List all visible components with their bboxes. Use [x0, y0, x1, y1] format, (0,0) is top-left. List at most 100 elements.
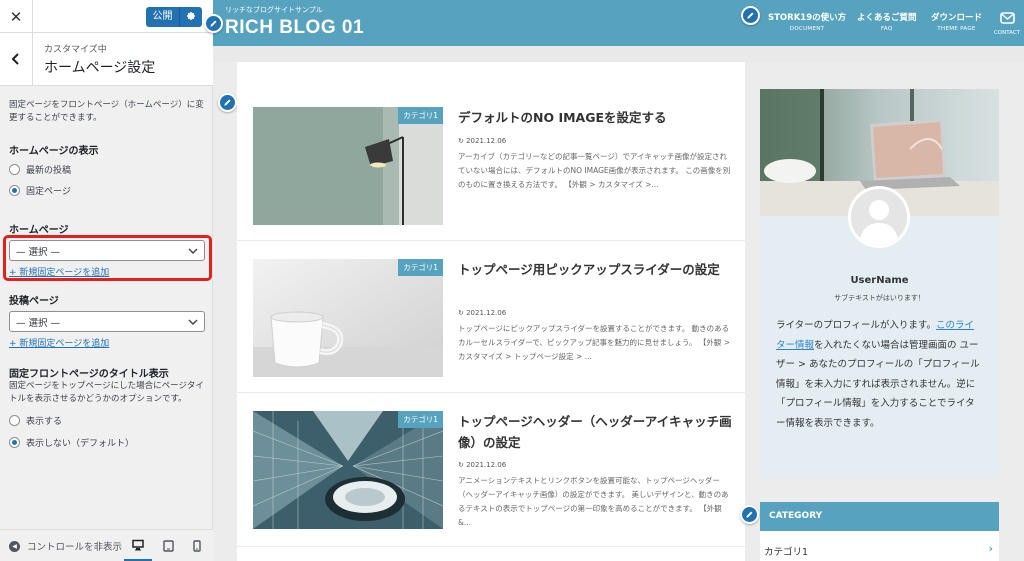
nav-item-document[interactable]: STORK19の使い方 DOCUMENT	[768, 11, 846, 32]
profile-text-part: を入れたくない場合は管理画面の ユーザー > あなたのプロフィールの「プロフィー…	[776, 339, 980, 429]
customizer-footer: ◀ コントロールを非表示	[0, 529, 213, 561]
profile-name: UserName	[850, 275, 909, 286]
nav-item-download[interactable]: ダウンロード THEME PAGE	[931, 11, 982, 32]
publish-button[interactable]: 公開	[146, 7, 202, 27]
header-band	[213, 46, 1024, 62]
post-item[interactable]: カテゴリ1 トップページヘッダー（ヘッダーアイキャッチ画像）の設定 ↻ 2021…	[253, 411, 732, 551]
desktop-icon	[132, 539, 144, 550]
mail-icon	[999, 12, 1015, 24]
customizer-header: ✕ 公開	[0, 0, 213, 33]
contact-label: CONTACT	[993, 30, 1021, 36]
radio-show-title[interactable]: 表示する	[9, 414, 62, 427]
update-icon: ↻	[458, 309, 467, 317]
post-list: カテゴリ1 デフォルトのNO IMAGEを設定する ↻ 2021.12.06 ア…	[237, 62, 745, 561]
pencil-icon	[746, 511, 753, 518]
radio-latest-posts-control[interactable]	[9, 164, 20, 175]
profile-text: ライターのプロフィールが入ります。このライター情報を入れたくない場合は管理画面の…	[776, 316, 982, 433]
front-title-label: 固定フロントページのタイトル表示	[9, 369, 169, 380]
category-badge[interactable]: カテゴリ1	[398, 259, 443, 276]
nav-item-download-label: ダウンロード	[931, 13, 983, 23]
device-mobile-button[interactable]	[183, 530, 211, 561]
pencil-icon	[747, 12, 754, 19]
post-date: ↻ 2021.12.06	[458, 461, 506, 469]
edit-site-title-shortcut[interactable]	[204, 14, 223, 33]
section-title: ホームページ設定	[44, 60, 156, 76]
homepage-label: ホームページ	[9, 225, 69, 236]
edit-widget-shortcut[interactable]	[740, 505, 759, 524]
radio-hide-title-control[interactable]	[9, 437, 20, 448]
radio-show-title-label: 表示する	[26, 417, 63, 427]
post-date: ↻ 2021.12.06	[458, 137, 506, 145]
edit-posts-shortcut[interactable]	[218, 93, 237, 112]
radio-latest-posts[interactable]: 最新の投稿	[9, 163, 71, 176]
close-customizer-button[interactable]: ✕	[0, 0, 33, 33]
site-title[interactable]: RICH BLOG 01	[225, 17, 364, 39]
back-button[interactable]	[0, 33, 33, 85]
post-thumbnail-cup[interactable]: カテゴリ1	[253, 259, 443, 377]
post-date-value: 2021.12.06	[466, 137, 507, 145]
mobile-icon	[193, 540, 201, 552]
posts-page-select[interactable]: — 選択 —	[9, 311, 205, 332]
pencil-icon	[224, 99, 231, 106]
profile-widget: UserName サブテキストがはいります！ ライターのプロフィールが入ります。…	[760, 89, 999, 478]
post-title[interactable]: トップページ用ピックアップスライダーの設定	[458, 259, 733, 280]
post-date: ↻ 2021.12.06	[458, 309, 506, 317]
category-badge[interactable]: カテゴリ1	[398, 107, 443, 124]
post-item[interactable]: カテゴリ1 デフォルトのNO IMAGEを設定する ↻ 2021.12.06 ア…	[253, 107, 730, 247]
collapse-icon: ◀	[9, 540, 20, 552]
nav-item-download-sub: THEME PAGE	[937, 26, 976, 32]
device-desktop-button[interactable]	[124, 530, 152, 561]
radio-static-page[interactable]: 固定ページ	[9, 184, 71, 197]
nav-item-contact[interactable]: CONTACT	[990, 9, 1024, 36]
divider	[237, 546, 745, 547]
post-excerpt: トップページにピックアップスライダーを設置することができます。 動きのあるカルー…	[458, 324, 731, 361]
profile-text-part: ライターのプロフィールが入ります。	[776, 320, 936, 331]
device-tablet-button[interactable]	[154, 530, 182, 561]
radio-show-title-control[interactable]	[9, 415, 20, 426]
post-date-value: 2021.12.06	[466, 461, 507, 469]
add-posts-page-link[interactable]: + 新規固定ページを追加	[9, 336, 109, 349]
nav-item-document-label: STORK19の使い方	[768, 13, 847, 23]
nav-item-document-sub: DOCUMENT	[789, 26, 825, 32]
nav-item-faq[interactable]: よくあるご質問 FAQ	[857, 11, 917, 32]
nav-item-faq-sub: FAQ	[880, 26, 893, 32]
radio-static-page-label: 固定ページ	[26, 187, 71, 197]
radio-hide-title[interactable]: 表示しない（デフォルト）	[9, 436, 134, 449]
radio-static-page-control[interactable]	[9, 185, 20, 196]
section-description: 固定ページをフロントページ（ホームページ）に変更することができます。	[9, 100, 204, 123]
nav-item-faq-label: よくあるご質問	[857, 13, 917, 23]
divider	[237, 240, 745, 241]
category-badge[interactable]: カテゴリ1	[398, 411, 443, 428]
site-header: リッチなブログサイトサンプル RICH BLOG 01 STORK19の使い方 …	[213, 0, 1024, 46]
update-icon: ↻	[458, 137, 467, 145]
category-widget: CATEGORY カテゴリ1 ›	[760, 502, 999, 561]
radio-latest-posts-label: 最新の投稿	[26, 166, 72, 176]
customizer-panel: ✕ 公開 カスタマイズ中 ホームページ設定 固定ページをフロントページ（ホームペ…	[0, 0, 213, 561]
breadcrumb: カスタマイズ中	[44, 45, 107, 55]
update-icon: ↻	[458, 461, 467, 469]
chevron-down-icon	[188, 319, 198, 325]
section-header: カスタマイズ中 ホームページ設定	[0, 33, 213, 86]
tablet-icon	[162, 540, 174, 552]
post-excerpt: アニメーションテキストとリンクボタンを設置可能な、トップページヘッダー（ヘッダー…	[458, 476, 729, 527]
category-link[interactable]: カテゴリ1	[764, 544, 808, 558]
pencil-icon	[210, 20, 217, 27]
edit-menu-shortcut[interactable]	[741, 6, 760, 25]
radio-hide-title-label: 表示しない（デフォルト）	[26, 439, 135, 449]
chevron-right-icon: ›	[988, 542, 993, 555]
post-thumbnail-lamp[interactable]: カテゴリ1	[253, 107, 443, 225]
front-title-description: 固定ページをトップページにした場合にページタイトルを表示させるかどうかのオプショ…	[9, 381, 204, 404]
post-title[interactable]: デフォルトのNO IMAGEを設定する	[458, 107, 733, 128]
post-date-value: 2021.12.06	[466, 309, 507, 317]
posts-page-label: 投稿ページ	[9, 296, 59, 307]
post-title[interactable]: トップページヘッダー（ヘッダーアイキャッチ画像）の設定	[458, 411, 733, 453]
category-widget-heading: CATEGORY	[760, 502, 999, 531]
post-thumbnail-building[interactable]: カテゴリ1	[253, 411, 443, 529]
hide-controls-button[interactable]: ◀ コントロールを非表示	[9, 539, 122, 553]
avatar	[848, 186, 910, 248]
post-item[interactable]: カテゴリ1 トップページ用ピックアップスライダーの設定 ↻ 2021.12.06…	[253, 259, 730, 399]
publish-label: 公開	[146, 7, 180, 27]
chevron-left-icon	[11, 53, 19, 65]
highlight-annotation	[3, 235, 212, 281]
gear-icon[interactable]	[180, 11, 202, 24]
